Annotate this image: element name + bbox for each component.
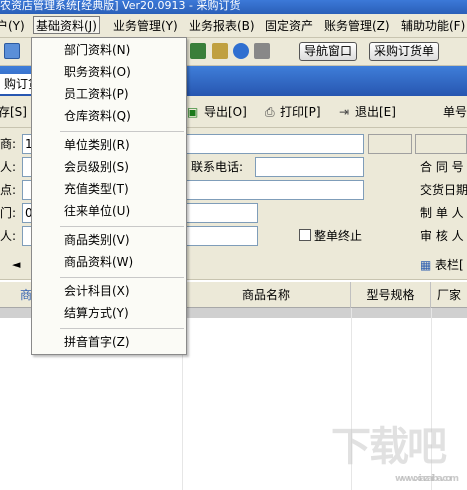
menu-item-settlement[interactable]: 结算方式(Y) bbox=[64, 303, 129, 323]
exit-button[interactable]: 退出[E] bbox=[355, 104, 396, 120]
menu-item-recharge-type[interactable]: 充值类型(T) bbox=[64, 179, 129, 199]
menu-fixed-assets[interactable]: 固定资产 bbox=[263, 17, 315, 35]
close-order-label: 整单终止 bbox=[314, 229, 363, 243]
col-product-name[interactable]: 商品名称 bbox=[182, 282, 351, 308]
table-columns-button[interactable]: 表栏[ bbox=[435, 257, 464, 273]
menu-item-unit-category[interactable]: 单位类别(R) bbox=[64, 135, 130, 155]
menu-separator bbox=[60, 131, 184, 132]
contract-label: 合 同 号 bbox=[420, 160, 464, 174]
table-columns-icon: ▦ bbox=[420, 258, 432, 272]
menu-item-dept[interactable]: 部门资料(N) bbox=[64, 40, 130, 60]
delivery-date-label: 交货日期 bbox=[420, 183, 467, 197]
menu-item-pinyin[interactable]: 拼音首字(Z) bbox=[64, 332, 130, 352]
window-title: 农资店管理系统[经典版] Ver20.0913 - 采购订货 bbox=[0, 0, 241, 12]
supplier-extra-field bbox=[368, 134, 412, 154]
menu-basic-data[interactable]: 基础资料(J) bbox=[33, 16, 100, 34]
save-button[interactable]: 存[S] bbox=[0, 104, 27, 120]
doc-no-field bbox=[415, 134, 467, 154]
help-icon[interactable] bbox=[233, 43, 249, 59]
export-icon: ▣ bbox=[187, 105, 199, 119]
table-icon[interactable] bbox=[190, 43, 206, 59]
store-label: 点: bbox=[0, 183, 17, 197]
menu-item-warehouse[interactable]: 仓库资料(Q) bbox=[64, 106, 131, 126]
menu-separator bbox=[60, 328, 184, 329]
report-icon[interactable] bbox=[212, 43, 228, 59]
window-icon[interactable] bbox=[4, 43, 20, 59]
export-button[interactable]: 导出[O] bbox=[204, 104, 247, 120]
print-button[interactable]: 打印[P] bbox=[280, 104, 321, 120]
person-label: 人: bbox=[0, 160, 17, 174]
menu-item-position[interactable]: 职务资料(O) bbox=[64, 62, 131, 82]
menu-business[interactable]: 业务管理(Y) bbox=[111, 17, 180, 35]
menu-accounts[interactable]: 账务管理(Z) bbox=[322, 17, 392, 35]
watermark-text: 下载吧 bbox=[331, 424, 447, 470]
menu-item-product[interactable]: 商品资料(W) bbox=[64, 252, 133, 272]
supplier-label: 商: bbox=[0, 137, 17, 151]
title-bar: 农资店管理系统[经典版] Ver20.0913 - 采购订货 bbox=[0, 0, 467, 14]
menu-item-partner[interactable]: 往来单位(U) bbox=[64, 201, 130, 221]
scroll-left-arrow[interactable]: ◄ bbox=[12, 257, 20, 273]
menu-item-member-level[interactable]: 会员级别(S) bbox=[64, 157, 129, 177]
auditor-label: 审 核 人 bbox=[420, 229, 464, 243]
menu-separator bbox=[60, 226, 184, 227]
menu-item-product-category[interactable]: 商品类别(V) bbox=[64, 230, 130, 250]
basic-data-dropdown: 部门资料(N) 职务资料(O) 员工资料(P) 仓库资料(Q) 单位类别(R) … bbox=[31, 37, 187, 355]
dept-label: 门: bbox=[0, 206, 17, 220]
watermark-logo: 下载吧 www.xiazaiba.com bbox=[331, 414, 461, 484]
purchase-order-button[interactable]: 采购订货单 bbox=[369, 42, 439, 61]
phone-field[interactable] bbox=[255, 157, 364, 177]
phone-label: 联系电话: bbox=[191, 160, 244, 174]
menu-aux[interactable]: 辅助功能(F) bbox=[399, 17, 467, 35]
menu-user[interactable]: 户(Y) bbox=[0, 17, 27, 35]
col-manufacturer[interactable]: 厂家 bbox=[431, 282, 467, 308]
settings-icon[interactable] bbox=[254, 43, 270, 59]
close-order-checkbox[interactable] bbox=[299, 229, 311, 241]
menu-item-accounting-subject[interactable]: 会计科目(X) bbox=[64, 281, 130, 301]
menu-reports[interactable]: 业务报表(B) bbox=[187, 17, 257, 35]
col-spec[interactable]: 型号规格 bbox=[351, 282, 431, 308]
handler-label: 人: bbox=[0, 229, 17, 243]
print-icon: ⎙ bbox=[265, 105, 275, 119]
maker-label: 制 单 人 bbox=[420, 206, 464, 220]
menu-bar: 户(Y) 基础资料(J) 业务管理(Y) 业务报表(B) 固定资产 账务管理(Z… bbox=[0, 14, 467, 38]
menu-item-employee[interactable]: 员工资料(P) bbox=[64, 84, 129, 104]
watermark-url: www.xiazaiba.com bbox=[395, 474, 459, 484]
doc-no-label: 单号 bbox=[443, 105, 467, 119]
menu-separator bbox=[60, 277, 184, 278]
exit-icon: ⇥ bbox=[339, 105, 350, 119]
nav-window-button[interactable]: 导航窗口 bbox=[299, 42, 357, 61]
